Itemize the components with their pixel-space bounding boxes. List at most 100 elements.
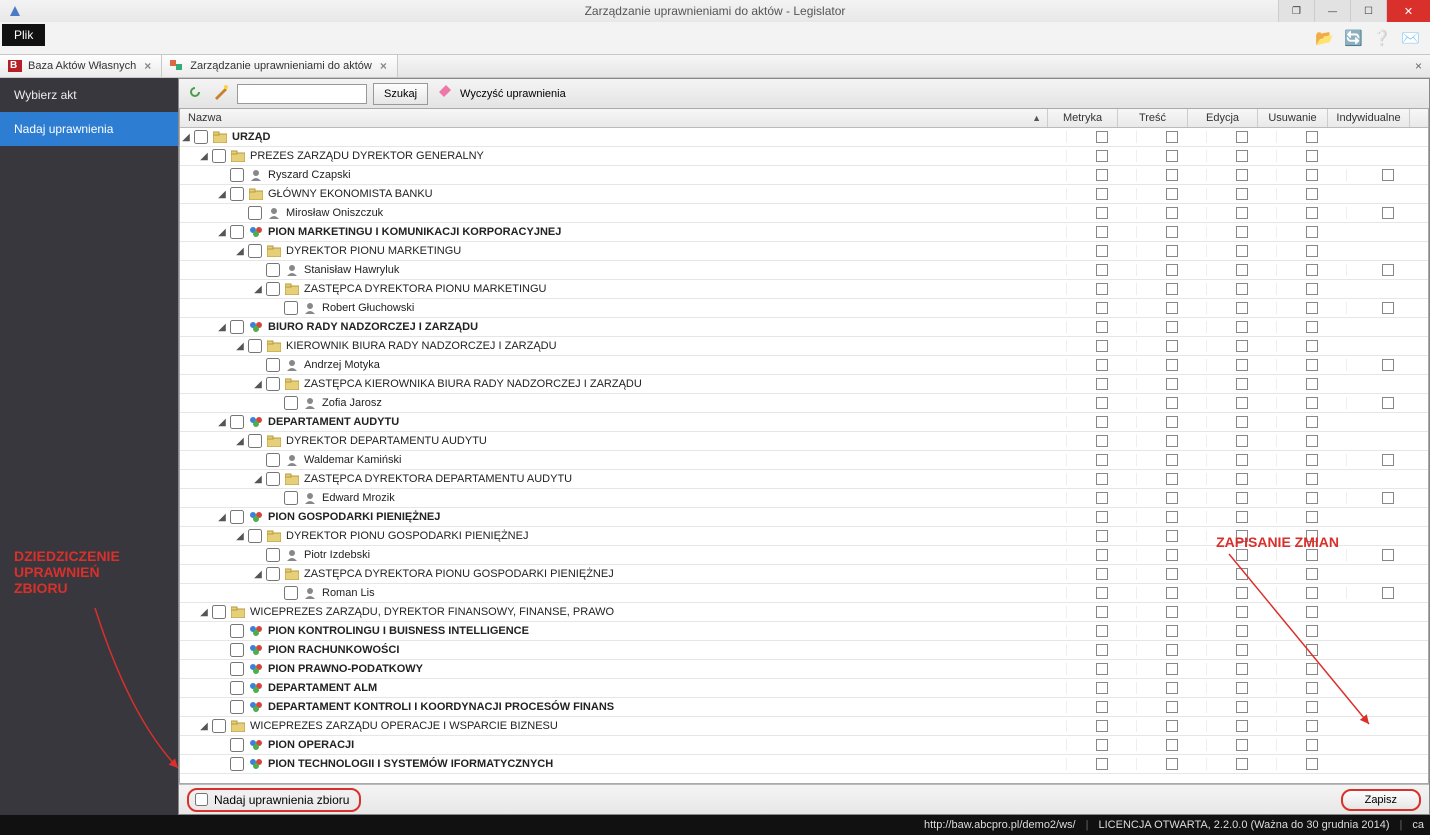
checkbox[interactable]	[1096, 720, 1108, 732]
checkbox-individual[interactable]	[1382, 207, 1394, 219]
checkbox[interactable]	[1306, 321, 1318, 333]
collapse-icon[interactable]: ◢	[198, 151, 210, 162]
checkbox[interactable]	[1166, 359, 1178, 371]
checkbox[interactable]	[1166, 758, 1178, 770]
row-checkbox[interactable]	[230, 643, 244, 657]
row-checkbox[interactable]	[230, 187, 244, 201]
row-checkbox[interactable]	[284, 396, 298, 410]
checkbox[interactable]	[1096, 397, 1108, 409]
row-checkbox[interactable]	[230, 320, 244, 334]
collapse-icon[interactable]: ◢	[234, 531, 246, 542]
checkbox[interactable]	[1096, 549, 1108, 561]
checkbox[interactable]	[1306, 169, 1318, 181]
reload-icon[interactable]: 🔄	[1344, 29, 1363, 47]
row-checkbox[interactable]	[212, 149, 226, 163]
checkbox[interactable]	[1096, 454, 1108, 466]
row-checkbox[interactable]	[284, 586, 298, 600]
checkbox[interactable]	[1236, 378, 1248, 390]
checkbox[interactable]	[1236, 739, 1248, 751]
checkbox[interactable]	[1306, 378, 1318, 390]
checkbox[interactable]	[1166, 663, 1178, 675]
checkbox[interactable]	[1166, 188, 1178, 200]
collapse-icon[interactable]: ◢	[252, 379, 264, 390]
checkbox[interactable]	[1236, 435, 1248, 447]
tree-row[interactable]: ◢ZASTĘPCA KIEROWNIKA BIURA RADY NADZORCZ…	[180, 375, 1428, 394]
inherit-checkbox-input[interactable]	[195, 793, 208, 806]
tree-row[interactable]: ◢PION MARKETINGU I KOMUNIKACJI KORPORACY…	[180, 223, 1428, 242]
checkbox[interactable]	[1306, 416, 1318, 428]
row-checkbox[interactable]	[230, 415, 244, 429]
checkbox-individual[interactable]	[1382, 549, 1394, 561]
collapse-icon[interactable]: ◢	[180, 132, 192, 143]
checkbox[interactable]	[1306, 663, 1318, 675]
row-checkbox[interactable]	[230, 225, 244, 239]
checkbox[interactable]	[1096, 758, 1108, 770]
checkbox[interactable]	[1166, 606, 1178, 618]
checkbox[interactable]	[1306, 511, 1318, 523]
checkbox[interactable]	[1236, 302, 1248, 314]
tree-row[interactable]: ◢KIEROWNIK BIURA RADY NADZORCZEJ I ZARZĄ…	[180, 337, 1428, 356]
checkbox[interactable]	[1236, 473, 1248, 485]
tree-row[interactable]: Edward Mrozik	[180, 489, 1428, 508]
checkbox-individual[interactable]	[1382, 492, 1394, 504]
checkbox[interactable]	[1166, 226, 1178, 238]
checkbox[interactable]	[1166, 207, 1178, 219]
checkbox[interactable]	[1166, 720, 1178, 732]
row-checkbox[interactable]	[230, 700, 244, 714]
checkbox[interactable]	[1096, 283, 1108, 295]
row-checkbox[interactable]	[212, 605, 226, 619]
mail-icon[interactable]: ✉️	[1401, 29, 1420, 47]
checkbox[interactable]	[1236, 701, 1248, 713]
checkbox[interactable]	[1236, 682, 1248, 694]
collapse-icon[interactable]: ◢	[252, 569, 264, 580]
checkbox[interactable]	[1306, 245, 1318, 257]
tree-row[interactable]: ◢DYREKTOR PIONU GOSPODARKI PIENIĘŻNEJ	[180, 527, 1428, 546]
tree-row[interactable]: Zofia Jarosz	[180, 394, 1428, 413]
checkbox[interactable]	[1096, 606, 1108, 618]
checkbox[interactable]	[1236, 169, 1248, 181]
row-checkbox[interactable]	[230, 757, 244, 771]
checkbox[interactable]	[1166, 321, 1178, 333]
checkbox[interactable]	[1166, 169, 1178, 181]
grid-body[interactable]: ◢URZĄD◢PREZES ZARZĄDU DYREKTOR GENERALNY…	[180, 128, 1428, 783]
checkbox[interactable]	[1236, 492, 1248, 504]
row-checkbox[interactable]	[266, 263, 280, 277]
checkbox[interactable]	[1096, 587, 1108, 599]
checkbox[interactable]	[1096, 530, 1108, 542]
checkbox[interactable]	[1166, 549, 1178, 561]
checkbox[interactable]	[1306, 264, 1318, 276]
checkbox[interactable]	[1096, 131, 1108, 143]
checkbox-individual[interactable]	[1382, 264, 1394, 276]
checkbox[interactable]	[1236, 454, 1248, 466]
checkbox[interactable]	[1096, 416, 1108, 428]
row-checkbox[interactable]	[194, 130, 208, 144]
checkbox[interactable]	[1166, 283, 1178, 295]
row-checkbox[interactable]	[266, 377, 280, 391]
checkbox[interactable]	[1166, 131, 1178, 143]
checkbox[interactable]	[1096, 568, 1108, 580]
checkbox[interactable]	[1236, 511, 1248, 523]
checkbox[interactable]	[1306, 758, 1318, 770]
row-checkbox[interactable]	[248, 529, 262, 543]
tree-row[interactable]: ◢WICEPREZES ZARZĄDU OPERACJE I WSPARCIE …	[180, 717, 1428, 736]
checkbox[interactable]	[1236, 264, 1248, 276]
checkbox[interactable]	[1096, 207, 1108, 219]
collapse-icon[interactable]: ◢	[216, 322, 228, 333]
close-tab-icon[interactable]: ×	[378, 59, 389, 73]
row-checkbox[interactable]	[266, 358, 280, 372]
checkbox[interactable]	[1096, 701, 1108, 713]
checkbox[interactable]	[1236, 644, 1248, 656]
checkbox[interactable]	[1166, 701, 1178, 713]
tree-row[interactable]: ◢ZASTĘPCA DYREKTORA DEPARTAMENTU AUDYTU	[180, 470, 1428, 489]
checkbox[interactable]	[1166, 492, 1178, 504]
checkbox[interactable]	[1236, 416, 1248, 428]
collapse-icon[interactable]: ◢	[234, 436, 246, 447]
row-checkbox[interactable]	[248, 434, 262, 448]
checkbox[interactable]	[1306, 283, 1318, 295]
checkbox[interactable]	[1166, 150, 1178, 162]
row-checkbox[interactable]	[230, 662, 244, 676]
checkbox[interactable]	[1096, 739, 1108, 751]
tree-row[interactable]: Robert Głuchowski	[180, 299, 1428, 318]
checkbox[interactable]	[1306, 188, 1318, 200]
collapse-icon[interactable]: ◢	[216, 189, 228, 200]
